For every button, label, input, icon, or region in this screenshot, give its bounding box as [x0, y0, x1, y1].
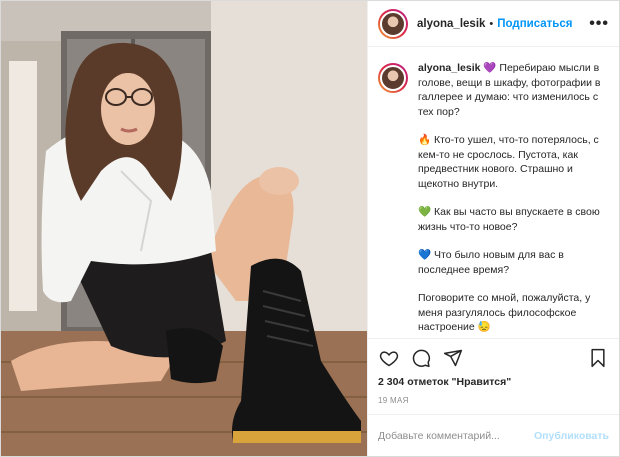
instagram-post: alyona_lesik • Подписаться ••• alyona_le… [0, 0, 620, 457]
comment-form: Опубликовать [368, 414, 619, 456]
caption-avatar[interactable] [378, 63, 408, 93]
heart-icon[interactable] [378, 347, 400, 369]
comment-icon[interactable] [410, 347, 432, 369]
post-sidebar: alyona_lesik • Подписаться ••• alyona_le… [367, 1, 619, 456]
likes-count[interactable]: 2 304 отметок "Нравится" [368, 376, 619, 392]
share-icon[interactable] [442, 347, 464, 369]
fire-emoji: 🔥 [418, 134, 432, 146]
caption-paragraph-4: Поговорите со мной, пожалуйста, у меня р… [418, 291, 609, 335]
header-username[interactable]: alyona_lesik [417, 18, 485, 30]
photo-illustration [1, 1, 367, 456]
caption-paragraph-3: 💙 Что было новым для вас в последнее вре… [418, 248, 609, 277]
separator-dot: • [489, 17, 494, 30]
green-heart-emoji: 💚 [418, 206, 432, 218]
caption-paragraph-3-text: Что было новым для вас в последнее время… [418, 249, 564, 276]
caption-username[interactable]: alyona_lesik [418, 62, 480, 74]
action-bar [368, 338, 619, 376]
purple-heart-emoji: 💜 [483, 62, 497, 74]
caption-text: alyona_lesik 💜 Перебираю мысли в голове,… [418, 61, 609, 338]
post-photo[interactable] [1, 1, 367, 456]
caption-paragraph-1: 🔥 Кто-то ушел, что-то потерялось, с кем-… [418, 133, 609, 191]
publish-button[interactable]: Опубликовать [534, 430, 609, 442]
follow-button[interactable]: Подписаться [497, 18, 572, 30]
post-header: alyona_lesik • Подписаться ••• [368, 1, 619, 47]
post-date[interactable]: 19 МАЯ [368, 392, 619, 414]
bookmark-icon[interactable] [587, 347, 609, 369]
caption-section: alyona_lesik 💜 Перебираю мысли в голове,… [368, 47, 619, 338]
comment-input[interactable] [378, 429, 535, 442]
avatar[interactable] [378, 8, 408, 39]
caption-intro: alyona_lesik 💜 Перебираю мысли в голове,… [418, 61, 609, 119]
caption-paragraph-1-text: Кто-то ушел, что-то потерялось, с кем-то… [418, 134, 599, 190]
caption-paragraph-2: 💚 Как вы часто вы впускаете в свою жизнь… [418, 205, 609, 234]
sweat-emoji: 😓 [477, 321, 491, 333]
more-options-icon[interactable]: ••• [589, 15, 609, 33]
blue-heart-emoji: 💙 [418, 249, 432, 261]
caption-paragraph-2-text: Как вы часто вы впускаете в свою жизнь ч… [418, 206, 600, 233]
caption-paragraph-4-text: Поговорите со мной, пожалуйста, у меня р… [418, 292, 591, 333]
